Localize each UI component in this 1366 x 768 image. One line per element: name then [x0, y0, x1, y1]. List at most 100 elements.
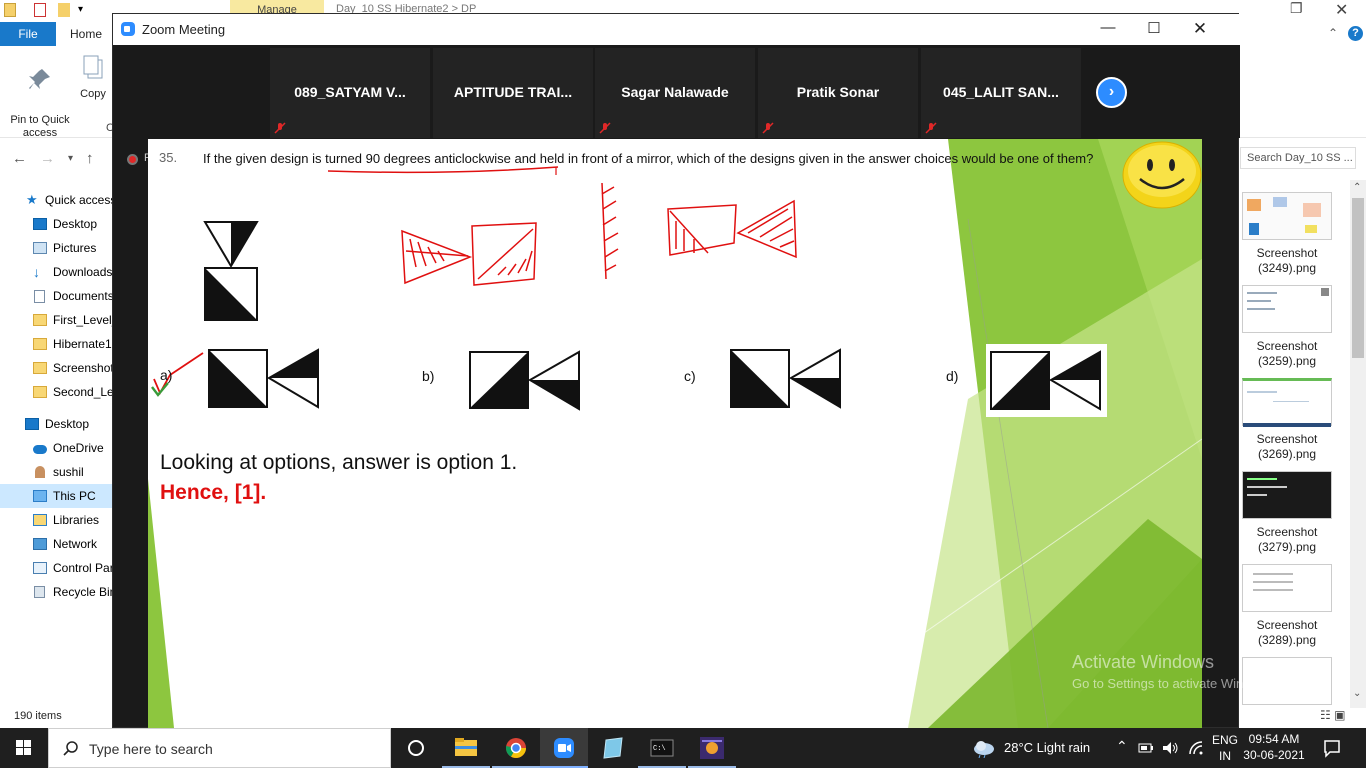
thumbnail-list: Screenshot (3249).png Screenshot (3259).… [1240, 180, 1350, 708]
zoom-titlebar: Zoom Meeting — ☐ ✕ [113, 14, 1240, 45]
manage-tab[interactable]: Manage [230, 0, 324, 14]
option-a-label: a) [160, 367, 173, 383]
recent-dropdown-icon[interactable]: ▾ [68, 153, 73, 164]
weather-cloud-icon [974, 741, 994, 758]
file-thumbnail[interactable]: Screenshot (3249).png [1240, 180, 1350, 275]
next-participants-button[interactable]: › [1096, 77, 1127, 108]
copy-icon [83, 55, 103, 79]
minimize-icon[interactable]: — [1093, 19, 1123, 39]
option-c-figure [730, 348, 841, 409]
battery-icon[interactable] [1138, 740, 1154, 756]
participant-tile[interactable]: 045_LALIT SAN... [921, 48, 1081, 138]
taskbar-notes-app[interactable] [590, 728, 638, 768]
scroll-up-icon[interactable]: ⌃ [1353, 182, 1361, 193]
participant-tile[interactable]: 089_SATYAM V... [270, 48, 430, 138]
nav-item-desktop[interactable]: Desktop [0, 212, 112, 236]
thumbnail-caption: Screenshot (3289).png [1256, 618, 1318, 647]
muted-mic-icon [274, 122, 286, 134]
properties-icon[interactable] [34, 3, 46, 17]
explorer-search-input[interactable]: Search Day_10 SS ... [1240, 147, 1356, 169]
view-toggle-icons[interactable]: ☷ ▣ [1320, 708, 1345, 722]
nav-item-folder[interactable]: Screenshot [0, 356, 112, 380]
close-icon[interactable]: ✕ [1335, 0, 1348, 20]
copy-button[interactable]: Copy [78, 54, 108, 101]
taskbar-search-box[interactable]: Type here to search [48, 728, 391, 768]
system-clock[interactable]: 09:54 AM 30-06-2021 [1240, 731, 1308, 763]
qat-dropdown-icon[interactable]: ▾ [78, 3, 90, 17]
participant-name: 089_SATYAM V... [294, 84, 406, 100]
taskbar-terminal[interactable]: C:\ [638, 728, 686, 768]
start-button[interactable] [0, 728, 48, 768]
collapse-ribbon-icon[interactable]: ⌃ [1328, 26, 1338, 40]
participant-tile[interactable]: Pratik Sonar [758, 48, 918, 138]
nav-label: Pictures [53, 241, 97, 255]
participant-tile[interactable]: APTITUDE TRAI... [433, 48, 593, 138]
close-icon[interactable]: ✕ [1185, 19, 1215, 39]
taskbar-file-explorer[interactable] [442, 728, 490, 768]
nav-label: OneDrive [53, 441, 104, 455]
nav-item-this-pc[interactable]: This PC [0, 484, 112, 508]
windows-logo-icon [16, 740, 31, 755]
sketch-rotated-figure [401, 222, 537, 286]
pictures-icon [33, 242, 47, 254]
nav-item-user[interactable]: sushil [0, 460, 112, 484]
nav-item-network[interactable]: Network [0, 532, 112, 556]
file-thumbnail[interactable]: Screenshot (3259).png [1240, 273, 1350, 368]
input-language-indicator[interactable]: ENG IN [1212, 732, 1238, 764]
nav-item-downloads[interactable]: ↓ Downloads [0, 260, 112, 284]
folder-icon [33, 386, 47, 398]
tab-home[interactable]: Home [70, 22, 102, 46]
forward-arrow-icon[interactable]: → [40, 150, 55, 167]
nav-item-libraries[interactable]: Libraries [0, 508, 112, 532]
taskbar-ide[interactable] [688, 728, 736, 768]
scrollbar-thumb[interactable] [1352, 198, 1364, 358]
navigation-pane: ★ Quick access Desktop Pictures ↓ Downlo… [0, 188, 112, 708]
notification-center-icon[interactable] [1322, 738, 1342, 758]
nav-item-pictures[interactable]: Pictures [0, 236, 112, 260]
back-arrow-icon[interactable]: ← [12, 150, 27, 167]
conclusion-text: Looking at options, answer is option 1. [160, 451, 518, 474]
folder-icon[interactable] [4, 3, 16, 17]
restore-icon[interactable]: ❐ [1290, 0, 1303, 17]
zoom-logo-icon [121, 22, 135, 36]
file-thumbnail[interactable]: Screenshot (3269).png [1240, 366, 1350, 461]
nav-item-quick-access[interactable]: ★ Quick access [0, 188, 112, 212]
weather-text[interactable]: 28°C Light rain [1004, 740, 1090, 755]
file-thumbnail[interactable]: Screenshot (3279).png [1240, 459, 1350, 554]
nav-label: Downloads [53, 265, 112, 279]
show-hidden-icons-icon[interactable]: ⌃ [1116, 738, 1128, 755]
search-placeholder: Type here to search [89, 741, 213, 757]
nav-item-onedrive[interactable]: OneDrive [0, 436, 112, 460]
nav-item-folder[interactable]: Second_Lev [0, 380, 112, 404]
tab-file[interactable]: File [0, 22, 56, 46]
green-check-mark [151, 382, 169, 397]
new-folder-icon[interactable] [58, 3, 70, 17]
nav-item-recycle-bin[interactable]: Recycle Bin [0, 580, 112, 604]
thumbnail-scrollbar[interactable]: ⌃ ⌄ [1350, 180, 1366, 708]
nav-item-folder[interactable]: First_Level_ [0, 308, 112, 332]
help-icon[interactable]: ? [1348, 26, 1363, 41]
file-thumbnail[interactable]: Screenshot (3289).png [1240, 552, 1350, 647]
nav-item-documents[interactable]: Documents [0, 284, 112, 308]
maximize-icon[interactable]: ☐ [1139, 19, 1169, 39]
task-view-button[interactable] [392, 728, 440, 768]
pin-to-quick-access-button[interactable]: Pin to Quick access [6, 54, 74, 140]
taskbar-zoom[interactable] [540, 728, 588, 768]
activate-windows-title: Activate Windows [1072, 652, 1215, 672]
wifi-icon[interactable] [1188, 740, 1204, 756]
sketch-mirrored-figure [667, 199, 797, 259]
taskbar-chrome[interactable] [492, 728, 540, 768]
nav-item-folder[interactable]: Hibernate1 [0, 332, 112, 356]
nav-label: This PC [53, 489, 96, 503]
thumbnail-image [1242, 471, 1332, 519]
nav-label: Quick access [45, 193, 112, 207]
muted-mic-icon [925, 122, 937, 134]
scroll-down-icon[interactable]: ⌄ [1353, 688, 1361, 699]
participant-name: Sagar Nalawade [621, 84, 729, 100]
participant-tile[interactable]: Sagar Nalawade [595, 48, 755, 138]
nav-item-desktop-root[interactable]: Desktop [0, 412, 112, 436]
up-arrow-icon[interactable]: ↑ [86, 150, 94, 167]
volume-icon[interactable] [1162, 740, 1180, 756]
nav-item-control-panel[interactable]: Control Par [0, 556, 112, 580]
zoom-icon [554, 738, 574, 758]
